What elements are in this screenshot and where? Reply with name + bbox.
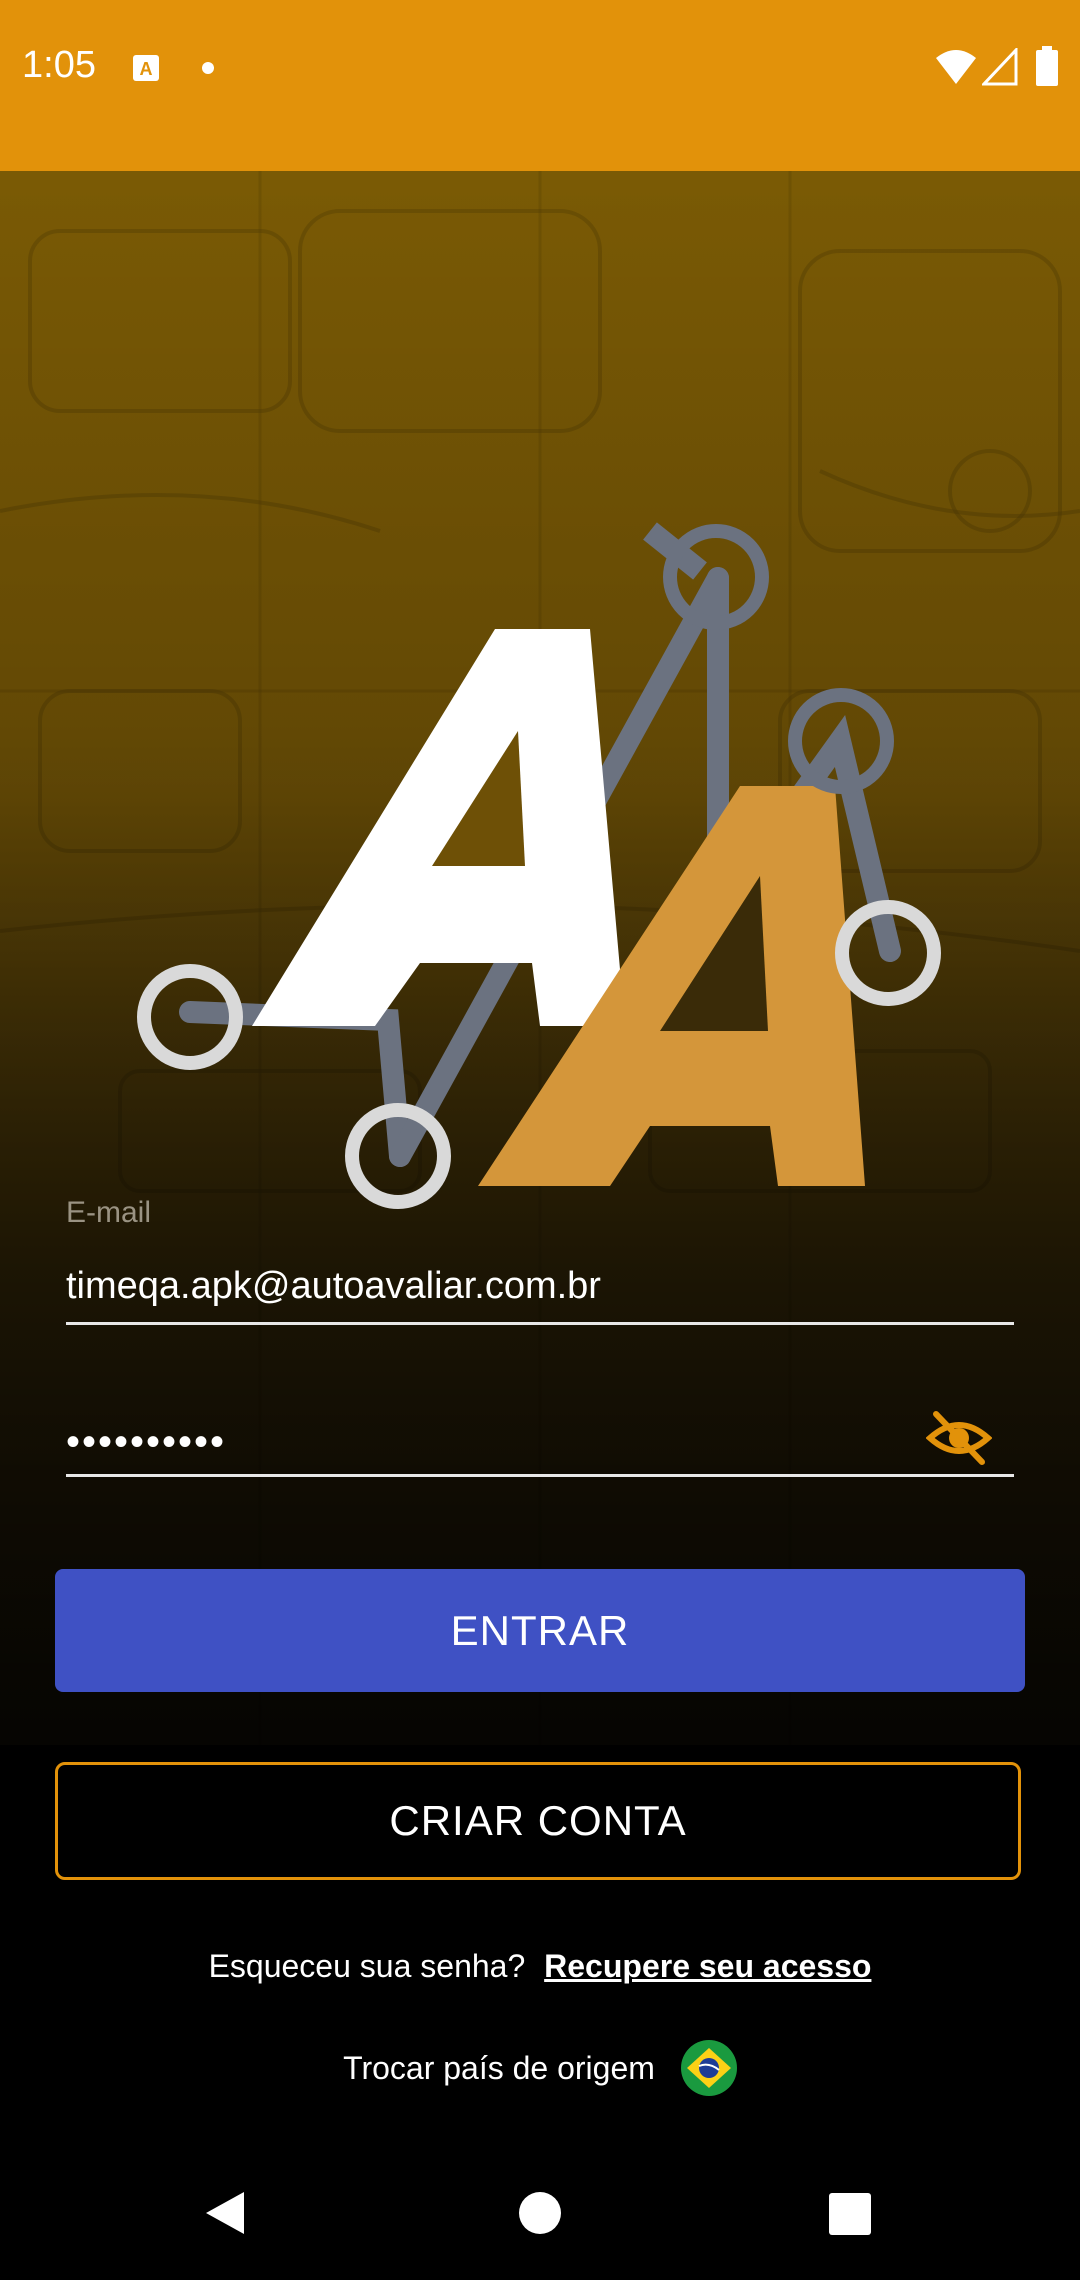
email-underline [66, 1322, 1014, 1325]
email-field[interactable] [66, 1258, 1012, 1314]
change-country-row[interactable]: Trocar país de origem [0, 2038, 1080, 2098]
login-button[interactable]: ENTRAR [55, 1569, 1025, 1692]
forgot-password-text: Esqueceu sua senha? [208, 1948, 526, 1984]
svg-text:A: A [140, 59, 153, 79]
status-bar: 1:05 A [0, 0, 1080, 171]
signal-icon [982, 48, 1018, 86]
brazil-flag-icon[interactable] [680, 2040, 737, 2096]
battery-icon [1036, 46, 1058, 86]
password-field[interactable] [66, 1412, 916, 1472]
status-time: 1:05 [22, 44, 96, 86]
create-account-button[interactable]: CRIAR CONTA [55, 1762, 1021, 1880]
recents-icon[interactable] [829, 2193, 871, 2235]
recover-access-link[interactable]: Recupere seu acesso [544, 1948, 871, 1984]
forgot-password-row: Esqueceu sua senha? Recupere seu acesso [0, 1948, 1080, 1985]
wifi-icon [936, 50, 976, 84]
eye-off-icon[interactable] [926, 1410, 992, 1466]
dot-icon [202, 62, 214, 74]
login-background: E-mail ENTRAR [0, 171, 1080, 1745]
email-label: E-mail [66, 1196, 152, 1229]
password-underline [66, 1474, 1014, 1477]
home-icon[interactable] [519, 2192, 561, 2234]
change-country-text[interactable]: Trocar país de origem [343, 2050, 655, 2087]
autoavaliar-logo [137, 522, 941, 1209]
app-notification-icon: A [133, 55, 159, 81]
back-icon[interactable] [202, 2190, 248, 2236]
